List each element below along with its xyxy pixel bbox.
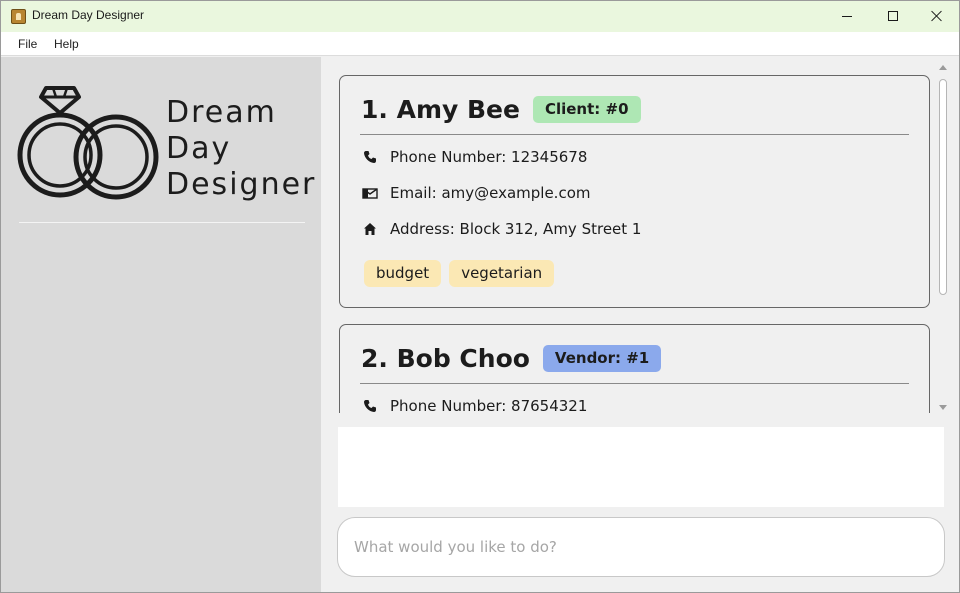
phone-text: Phone Number: 87654321 [390,397,588,413]
scroll-up-icon[interactable] [939,65,947,70]
maximize-icon [888,11,898,21]
phone-field: Phone Number: 87654321 [362,396,587,413]
app-icon [11,9,26,24]
card-divider [360,134,909,135]
person-card[interactable]: 2. Bob Choo Vendor: #1 Phone Number: 876… [339,324,930,413]
wedding-rings-icon [17,86,159,200]
email-field: Email: amy@example.com [362,183,591,203]
close-icon [931,10,943,22]
maximize-button[interactable] [870,1,916,32]
menu-file[interactable]: File [18,37,37,51]
command-input[interactable] [337,517,945,577]
tag: vegetarian [449,260,555,287]
card-header: 2. Bob Choo Vendor: #1 [361,343,662,373]
email-icon [362,185,378,201]
list-scrollbar[interactable] [936,65,950,411]
main-panel: 1. Amy Bee Client: #0 Phone Number: 1234… [321,57,959,592]
minimize-icon [842,16,852,17]
address-text: Address: Block 312, Amy Street 1 [390,220,642,238]
phone-icon [362,398,378,413]
menu-help[interactable]: Help [54,37,79,51]
sidebar: Dream Day Designer [1,57,321,592]
menu-bar: File Help [1,32,959,56]
card-divider [360,383,909,384]
phone-field: Phone Number: 12345678 [362,147,587,167]
person-name: 1. Amy Bee [361,94,520,124]
close-button[interactable] [914,1,959,32]
role-badge: Vendor: #1 [542,344,662,372]
role-badge: Client: #0 [532,95,641,123]
result-display [338,427,944,507]
person-name: 2. Bob Choo [361,343,530,373]
logo-line-3: Designer [166,167,317,202]
logo-line-2: Day [166,131,232,166]
app-window: Dream Day Designer File Help Dream Day D… [0,0,960,593]
card-header: 1. Amy Bee Client: #0 [361,94,641,124]
address-field: Address: Block 312, Amy Street 1 [362,219,641,239]
logo-line-1: Dream [166,95,277,130]
tag-list: budget vegetarian [364,260,555,287]
minimize-button[interactable] [824,1,870,32]
logo-wordmark: Dream Day Designer [166,95,316,203]
scroll-thumb[interactable] [939,79,947,295]
tag: budget [364,260,442,287]
scroll-down-icon[interactable] [939,405,947,410]
home-icon [362,221,378,237]
sidebar-divider [19,222,305,223]
phone-icon [362,149,378,165]
title-bar: Dream Day Designer [1,1,959,32]
window-title: Dream Day Designer [32,8,145,22]
phone-text: Phone Number: 12345678 [390,148,588,166]
person-card[interactable]: 1. Amy Bee Client: #0 Phone Number: 1234… [339,75,930,308]
email-text: Email: amy@example.com [390,184,591,202]
person-list[interactable]: 1. Amy Bee Client: #0 Phone Number: 1234… [321,57,959,413]
